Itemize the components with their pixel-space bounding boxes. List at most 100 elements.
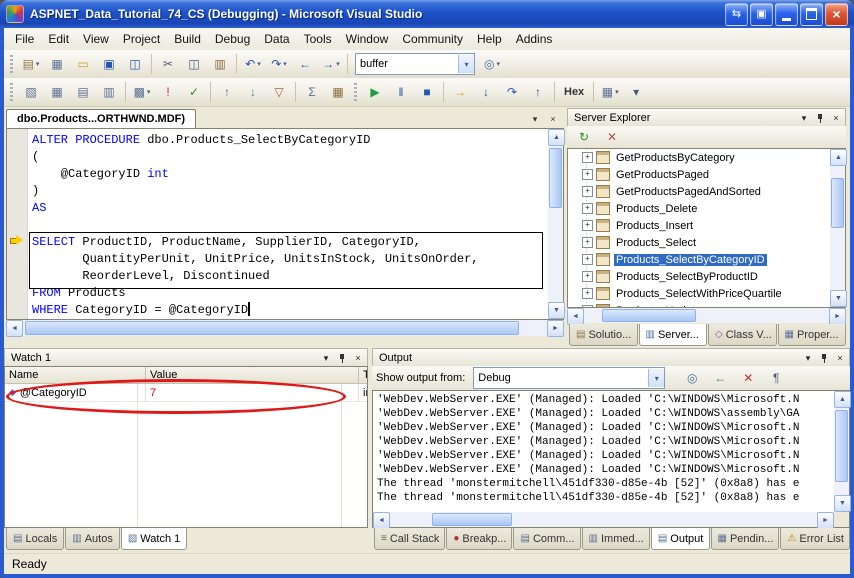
scroll-right-icon[interactable]: ►: [829, 308, 846, 325]
expand-icon[interactable]: +: [582, 254, 593, 265]
stop-refresh-icon[interactable]: ✕: [599, 126, 625, 148]
step-over-icon[interactable]: ↷: [499, 81, 525, 103]
tab-solutio[interactable]: ▤Solutio...: [569, 324, 638, 346]
code-area[interactable]: ALTER PROCEDURE dbo.Products_SelectByCat…: [28, 129, 548, 319]
expand-icon[interactable]: +: [582, 203, 593, 214]
tree-item-products-selectwithpricequartile[interactable]: +Products_SelectWithPriceQuartile: [568, 285, 845, 302]
code-line[interactable]: ): [32, 183, 548, 200]
code-line[interactable]: @CategoryID int: [32, 166, 548, 183]
tree-item-products-delete[interactable]: +Products_Delete: [568, 200, 845, 217]
tree-item-getproductspagedandsorted[interactable]: +GetProductsPagedAndSorted: [568, 183, 845, 200]
output-text[interactable]: 'WebDev.WebServer.EXE' (Managed): Loaded…: [373, 391, 834, 512]
scroll-thumb[interactable]: [549, 148, 562, 208]
code-line[interactable]: [32, 217, 548, 234]
expand-icon[interactable]: +: [582, 271, 593, 282]
stop-debugging-icon[interactable]: ■: [414, 81, 440, 103]
toolbar-options-icon[interactable]: ▾: [623, 81, 649, 103]
scroll-track[interactable]: [834, 408, 849, 495]
output-horizontal-scrollbar[interactable]: ◄ ►: [373, 512, 834, 527]
tree-item-products-selectbyproductid[interactable]: +Products_SelectByProductID: [568, 268, 845, 285]
scroll-thumb[interactable]: [831, 178, 844, 228]
refresh-icon[interactable]: ↻: [571, 126, 597, 148]
window-position-icon[interactable]: ▾: [319, 351, 333, 365]
chevron-down-icon[interactable]: ▾: [648, 369, 664, 387]
scroll-up-icon[interactable]: ▲: [830, 149, 847, 166]
scroll-track[interactable]: [390, 512, 817, 527]
add-table-icon[interactable]: ▦: [325, 81, 351, 103]
tab-watch-1[interactable]: ▧Watch 1: [121, 528, 187, 550]
scroll-track[interactable]: [830, 166, 845, 290]
code-line[interactable]: (: [32, 149, 548, 166]
scroll-thumb[interactable]: [835, 410, 848, 482]
scroll-thumb[interactable]: [25, 321, 519, 335]
expand-icon[interactable]: +: [582, 152, 593, 163]
tree-item-getproductsbycategory[interactable]: +GetProductsByCategory: [568, 149, 845, 166]
save-all-icon[interactable]: ◫: [122, 53, 148, 75]
column-header-name[interactable]: Name: [5, 367, 146, 384]
navigate-backward-icon[interactable]: ←: [292, 53, 318, 75]
paste-icon[interactable]: ▥: [207, 53, 233, 75]
tab-breakp[interactable]: ●Breakp...: [446, 528, 512, 550]
find-combo[interactable]: buffer▾: [355, 53, 475, 75]
pin-icon[interactable]: [817, 351, 831, 365]
tab-pendin[interactable]: ▦Pendin...: [711, 528, 780, 550]
execute-sql-icon[interactable]: !: [155, 81, 181, 103]
memory-window-icon[interactable]: ▦▾: [597, 81, 623, 103]
expand-icon[interactable]: +: [582, 220, 593, 231]
code-line[interactable]: ALTER PROCEDURE dbo.Products_SelectByCat…: [32, 132, 548, 149]
scroll-up-icon[interactable]: ▲: [548, 129, 565, 146]
code-line[interactable]: SELECT ProductID, ProductName, SupplierI…: [32, 234, 548, 251]
tree-item-products-insert[interactable]: +Products_Insert: [568, 217, 845, 234]
scroll-track[interactable]: [548, 146, 563, 302]
scroll-down-icon[interactable]: ▼: [834, 495, 851, 512]
scroll-thumb[interactable]: [432, 513, 512, 526]
show-sql-pane-icon[interactable]: ▤: [70, 81, 96, 103]
scroll-thumb[interactable]: [602, 309, 696, 322]
window-extra-button-1[interactable]: ⇆: [725, 3, 748, 26]
expand-icon[interactable]: +: [582, 237, 593, 248]
watch-header[interactable]: Watch 1 ▾ ×: [4, 348, 368, 368]
verify-sql-icon[interactable]: ✓: [181, 81, 207, 103]
find-symbol-icon[interactable]: ◎▾: [479, 53, 505, 75]
scroll-left-icon[interactable]: ◄: [567, 308, 584, 325]
minimize-button[interactable]: [775, 3, 798, 26]
step-out-icon[interactable]: ↑: [525, 81, 551, 103]
tab-locals[interactable]: ▤Locals: [6, 528, 64, 550]
show-diagram-pane-icon[interactable]: ▧: [18, 81, 44, 103]
menu-item-view[interactable]: View: [76, 29, 116, 49]
title-bar[interactable]: ASPNET_Data_Tutorial_74_CS (Debugging) -…: [0, 0, 854, 28]
close-button[interactable]: ×: [825, 3, 848, 26]
tab-class-v[interactable]: ◇Class V...: [708, 324, 777, 346]
remove-filter-icon[interactable]: ▽: [266, 81, 292, 103]
scroll-left-icon[interactable]: ◄: [373, 512, 390, 529]
server-explorer-tree[interactable]: +GetProductsByCategory+GetProductsPaged+…: [567, 148, 846, 308]
close-icon[interactable]: ×: [829, 111, 843, 125]
cut-icon[interactable]: ✂: [155, 53, 181, 75]
menu-item-project[interactable]: Project: [116, 29, 167, 49]
undo-icon[interactable]: ↶▾: [240, 53, 266, 75]
tab-output[interactable]: ▤Output: [651, 528, 710, 550]
code-line[interactable]: WHERE CategoryID = @CategoryID: [32, 302, 548, 319]
close-icon[interactable]: ×: [351, 351, 365, 365]
word-wrap-icon[interactable]: ¶: [763, 367, 789, 389]
menu-item-file[interactable]: File: [8, 29, 41, 49]
menu-item-data[interactable]: Data: [257, 29, 296, 49]
column-header-type[interactable]: Type: [359, 367, 368, 384]
code-line[interactable]: AS: [32, 200, 548, 217]
close-icon[interactable]: ×: [833, 351, 847, 365]
column-header-value[interactable]: Value: [146, 367, 359, 384]
break-all-icon[interactable]: ‖: [388, 81, 414, 103]
continue-icon[interactable]: ▶: [362, 81, 388, 103]
output-body[interactable]: 'WebDev.WebServer.EXE' (Managed): Loaded…: [372, 390, 850, 528]
menu-item-debug[interactable]: Debug: [208, 29, 257, 49]
server-explorer-header[interactable]: Server Explorer ▾ ×: [567, 108, 846, 128]
watch-row[interactable]: ◆@CategoryID7int: [5, 384, 367, 402]
navigate-forward-icon[interactable]: →▾: [318, 53, 344, 75]
sort-descending-icon[interactable]: ↓: [240, 81, 266, 103]
expand-icon[interactable]: +: [582, 288, 593, 299]
scroll-up-icon[interactable]: ▲: [834, 391, 851, 408]
show-criteria-pane-icon[interactable]: ▦: [44, 81, 70, 103]
tree-item-getproductspaged[interactable]: +GetProductsPaged: [568, 166, 845, 183]
document-tab[interactable]: dbo.Products...ORTHWND.MDF): [6, 109, 196, 128]
tree-item-products-select[interactable]: +Products_Select: [568, 234, 845, 251]
